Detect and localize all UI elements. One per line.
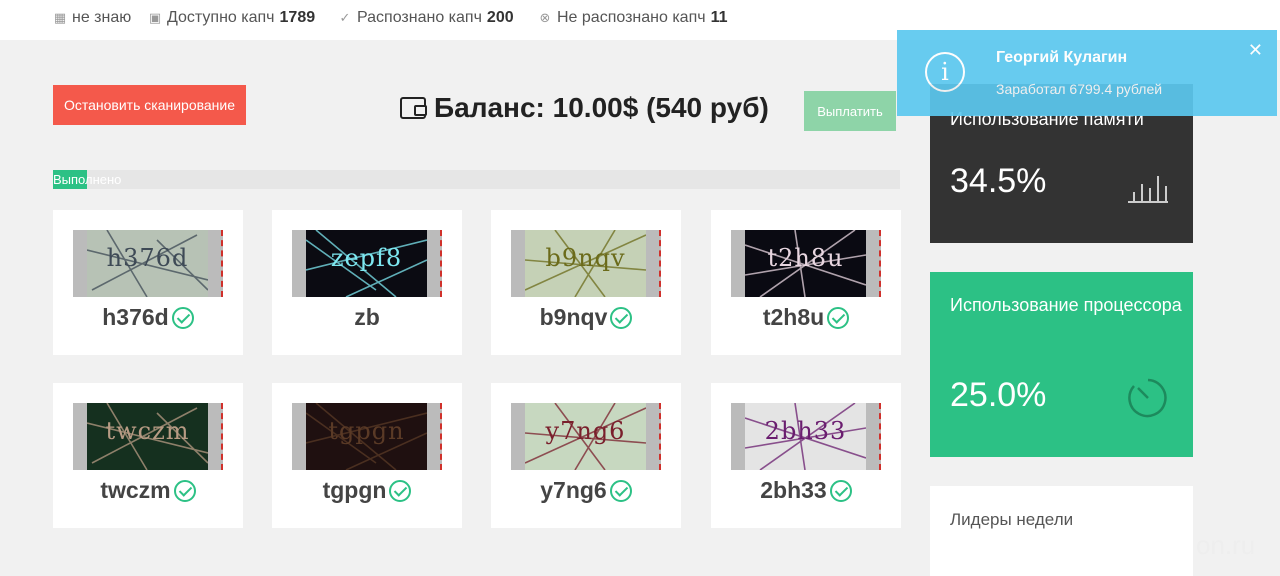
- stat-available-count: 1789: [279, 9, 316, 26]
- captcha-card: zepf8 zb: [272, 210, 462, 355]
- captcha-answer: zb: [272, 304, 462, 331]
- cpu-usage-value: 25.0%: [950, 376, 1047, 414]
- stat-recognized-count: 200: [486, 9, 514, 26]
- captcha-image: tgpgn: [292, 403, 442, 470]
- stat-available-label: Доступно капч: [167, 9, 275, 26]
- captcha-image-area: zepf8: [306, 230, 427, 297]
- captcha-image-text: tgpgn: [328, 417, 405, 445]
- captcha-image-area: h376d: [87, 230, 208, 297]
- check-circle-icon: [171, 306, 194, 329]
- close-icon[interactable]: ✕: [1248, 40, 1263, 61]
- progress-label: Выполнено: [53, 172, 122, 187]
- captcha-answer: t2h8u: [711, 304, 901, 331]
- captcha-image-text: zepf8: [330, 244, 403, 272]
- weekly-leaders-panel: Лидеры недели: [930, 486, 1193, 576]
- captcha-answer: twczm: [53, 477, 243, 504]
- captcha-image-area: y7ng6: [525, 403, 646, 470]
- captcha-card: 2bh33 2bh33: [711, 383, 901, 528]
- captcha-card: h376d h376d: [53, 210, 243, 355]
- captcha-boundary-line: [221, 230, 223, 297]
- captcha-image: zepf8: [292, 230, 442, 297]
- payout-button[interactable]: Выплатить: [804, 91, 896, 131]
- captcha-answer: y7ng6: [491, 477, 681, 504]
- captcha-answer: 2bh33: [711, 477, 901, 504]
- check-circle-icon: [173, 479, 196, 502]
- captcha-image: t2h8u: [731, 230, 881, 297]
- captcha-boundary-line: [659, 230, 661, 297]
- watermark: on.ru: [1196, 530, 1256, 560]
- captcha-image-area: b9nqv: [525, 230, 646, 297]
- captcha-boundary-line: [221, 403, 223, 470]
- captcha-image-text: b9nqv: [545, 244, 626, 272]
- captcha-answer-text: b9nqv: [539, 304, 608, 330]
- stat-unknown: ▦ не знаю: [53, 9, 131, 27]
- stat-unknown-label: не знаю: [72, 9, 132, 26]
- captcha-answer-text: zb: [354, 304, 380, 330]
- captcha-image-area: tgpgn: [306, 403, 427, 470]
- captcha-answer: h376d: [53, 304, 243, 331]
- check-circle-icon: [829, 479, 852, 502]
- stat-recognized-label: Распознано капч: [357, 9, 482, 26]
- captcha-card: y7ng6 y7ng6: [491, 383, 681, 528]
- check-circle-icon: [609, 479, 632, 502]
- captcha-card: t2h8u t2h8u: [711, 210, 901, 355]
- captcha-answer: b9nqv: [491, 304, 681, 331]
- stat-unrecognized: ⊗ Не распознано капч 11: [538, 9, 728, 27]
- notification-toast[interactable]: i Георгий Кулагин Заработал 6799.4 рубле…: [897, 30, 1277, 116]
- check-circle-icon: ✓: [339, 10, 351, 25]
- x-circle-icon: ⊗: [539, 10, 551, 25]
- image-icon: ▣: [148, 10, 162, 25]
- progress-bar: Выполнено: [53, 170, 900, 189]
- captcha-image-text: h376d: [106, 244, 189, 272]
- check-circle-icon: [389, 479, 412, 502]
- stat-recognized: ✓ Распознано капч 200: [338, 9, 514, 27]
- captcha-image-text: t2h8u: [767, 244, 844, 272]
- captcha-image: 2bh33: [731, 403, 881, 470]
- stop-scanning-button[interactable]: Остановить сканирование: [53, 85, 246, 125]
- captcha-answer-text: tgpgn: [322, 477, 387, 503]
- notification-name: Георгий Кулагин: [996, 49, 1128, 66]
- captcha-boundary-line: [440, 230, 442, 297]
- stat-available: ▣ Доступно капч 1789: [148, 9, 315, 27]
- captcha-boundary-line: [440, 403, 442, 470]
- captcha-card: b9nqv b9nqv: [491, 210, 681, 355]
- cpu-usage-title: Использование процессора: [950, 295, 1182, 315]
- captcha-image-text: y7ng6: [545, 417, 626, 445]
- captcha-image-text: twczm: [105, 417, 190, 445]
- calendar-icon: ▦: [53, 10, 67, 25]
- balance-text: Баланс: 10.00$ (540 руб): [434, 92, 769, 123]
- memory-usage-value: 34.5%: [950, 162, 1047, 200]
- captcha-image-area: t2h8u: [745, 230, 866, 297]
- captcha-image-text: 2bh33: [764, 417, 847, 445]
- timer-icon: [1128, 378, 1167, 418]
- captcha-answer-text: 2bh33: [760, 477, 827, 503]
- wallet-icon: [400, 97, 427, 119]
- captcha-answer-text: twczm: [100, 477, 171, 503]
- captcha-image: b9nqv: [511, 230, 661, 297]
- captcha-image: twczm: [73, 403, 223, 470]
- captcha-card: twczm twczm: [53, 383, 243, 528]
- captcha-image-area: twczm: [87, 403, 208, 470]
- balance-display: Баланс: 10.00$ (540 руб): [400, 88, 769, 128]
- captcha-image-area: 2bh33: [745, 403, 866, 470]
- info-icon: i: [925, 52, 965, 92]
- captcha-image: h376d: [73, 230, 223, 297]
- captcha-answer: tgpgn: [272, 477, 462, 504]
- captcha-answer-text: t2h8u: [762, 304, 825, 330]
- captcha-answer-text: y7ng6: [540, 477, 607, 503]
- stat-unrecognized-label: Не распознано капч: [557, 9, 706, 26]
- captcha-boundary-line: [879, 230, 881, 297]
- captcha-card: tgpgn tgpgn: [272, 383, 462, 528]
- captcha-boundary-line: [659, 403, 661, 470]
- notification-message: Заработал 6799.4 рублей: [996, 81, 1163, 97]
- bar-chart-icon: [1128, 176, 1168, 203]
- captcha-boundary-line: [879, 403, 881, 470]
- weekly-leaders-title: Лидеры недели: [950, 510, 1074, 529]
- check-circle-icon: [827, 306, 850, 329]
- cpu-usage-panel: Использование процессора 25.0%: [930, 272, 1193, 457]
- captcha-image: y7ng6: [511, 403, 661, 470]
- captcha-answer-text: h376d: [102, 304, 169, 330]
- check-circle-icon: [610, 306, 633, 329]
- stat-unrecognized-count: 11: [710, 9, 728, 26]
